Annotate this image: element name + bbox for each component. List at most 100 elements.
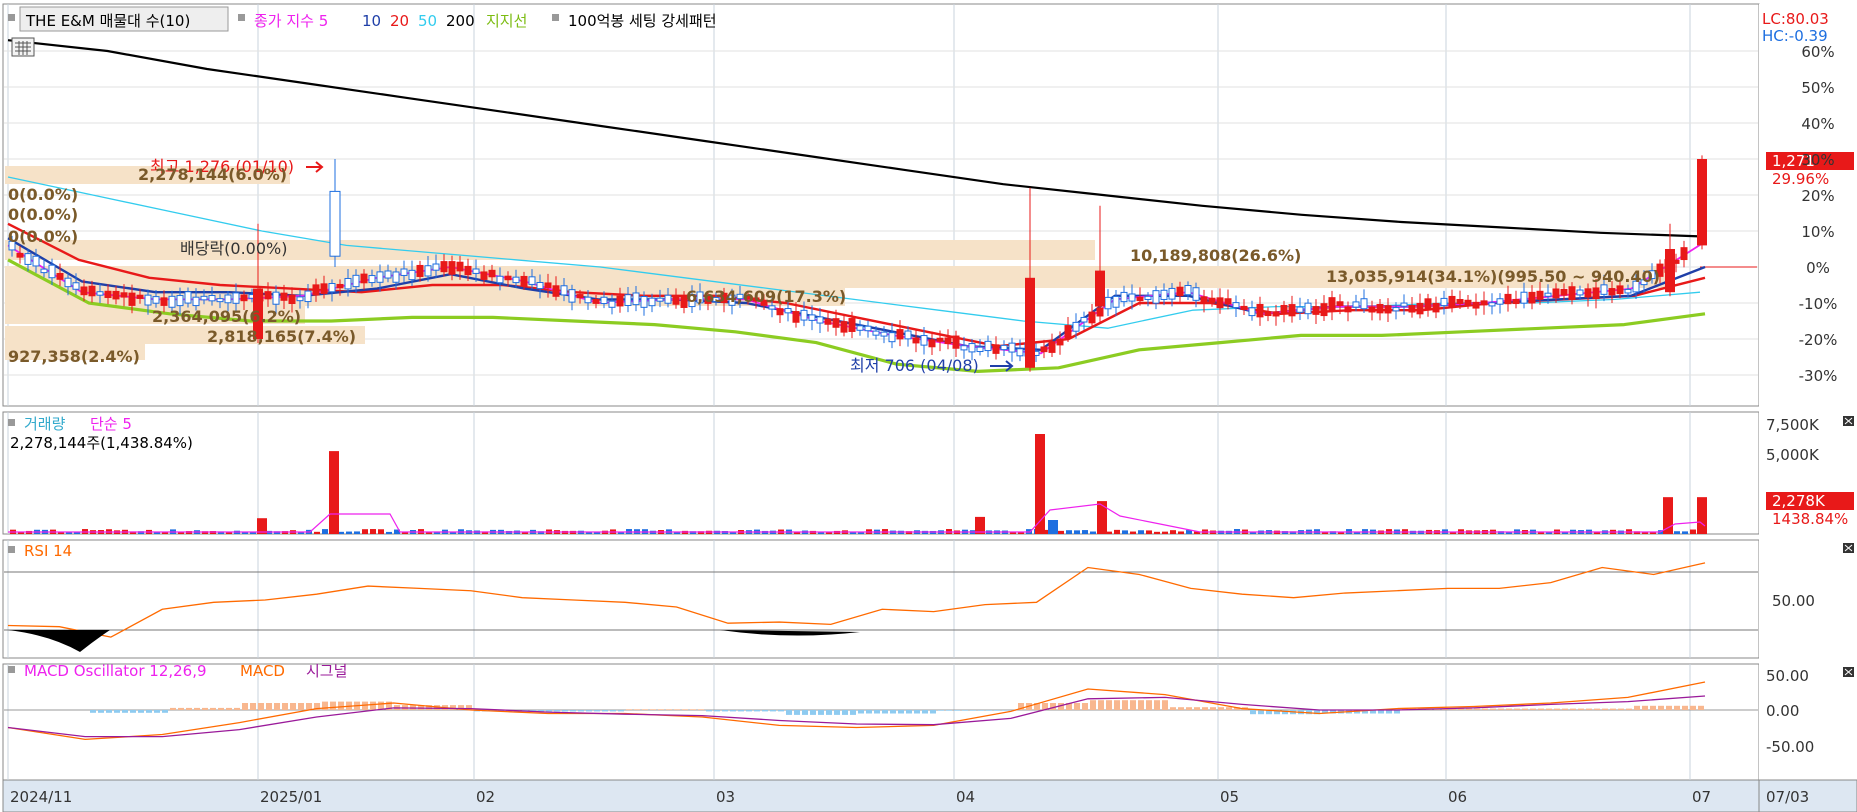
candle-body bbox=[560, 285, 568, 296]
candle-body bbox=[1288, 304, 1296, 317]
candle-body bbox=[232, 292, 240, 304]
macd-osc-bar bbox=[594, 710, 600, 712]
candle-body bbox=[1697, 159, 1707, 246]
price-tick-label: 30% bbox=[1801, 151, 1834, 169]
candle-body bbox=[1112, 295, 1120, 308]
macd-osc-bar bbox=[666, 709, 672, 710]
candle-body bbox=[1256, 303, 1264, 318]
candle-body bbox=[344, 277, 352, 290]
candle-body bbox=[336, 283, 344, 289]
candle-body bbox=[1168, 287, 1176, 300]
candle-body bbox=[1544, 292, 1552, 297]
close-volume-panel-button[interactable] bbox=[1843, 416, 1854, 426]
macd-osc-bar bbox=[1610, 708, 1616, 710]
time-tick-label: 06 bbox=[1448, 788, 1467, 806]
volume-tick-label: 5,000K bbox=[1766, 446, 1820, 464]
candle-body bbox=[1352, 301, 1360, 308]
macd-osc-bar bbox=[1538, 708, 1544, 710]
rsi-panel[interactable] bbox=[2, 539, 1760, 659]
candle-body bbox=[1624, 288, 1632, 294]
candle-body bbox=[176, 295, 184, 307]
candle-body bbox=[56, 273, 64, 280]
legend-square-icon bbox=[8, 14, 15, 21]
macd-tick-label: -50.00 bbox=[1766, 738, 1814, 756]
macd-osc-bar bbox=[1498, 708, 1504, 710]
volume-bar bbox=[1154, 531, 1160, 534]
candle-body bbox=[840, 321, 848, 333]
macd-osc-bar bbox=[90, 710, 96, 713]
time-tick-label: 2024/11 bbox=[10, 788, 72, 806]
macd-osc-bar bbox=[922, 710, 928, 714]
volume-panel[interactable] bbox=[2, 411, 1760, 535]
macd-osc-bar bbox=[826, 710, 832, 715]
macd-osc-bar bbox=[1650, 705, 1656, 710]
candle-body bbox=[368, 275, 376, 284]
stock-chart: 최고 1,276 (01/10) 최저 706 (04/08) 배당락(0.00… bbox=[2, 3, 1857, 812]
candle-body bbox=[640, 296, 648, 308]
candle-body bbox=[904, 330, 912, 340]
macd-osc-bar bbox=[842, 710, 848, 715]
candle-body bbox=[216, 298, 224, 303]
macd-osc-bar bbox=[970, 710, 976, 711]
candle-body bbox=[1248, 307, 1256, 317]
legend-square-icon bbox=[552, 14, 559, 21]
volume-bar bbox=[1170, 530, 1176, 534]
vol-badge: 2,278K bbox=[1772, 492, 1826, 510]
candle-body bbox=[1665, 249, 1675, 293]
macd-osc-bar bbox=[1618, 708, 1624, 710]
macd-osc-bar bbox=[1666, 705, 1672, 710]
macd-osc-bar bbox=[1146, 700, 1152, 710]
volume-tick-label: 7,500K bbox=[1766, 416, 1820, 434]
macd-osc-bar bbox=[1594, 708, 1600, 710]
candle-body bbox=[936, 337, 944, 342]
candle-body bbox=[1400, 302, 1408, 307]
candle-body bbox=[672, 296, 680, 305]
candle-body bbox=[1528, 291, 1536, 304]
candle-body bbox=[512, 276, 520, 284]
candle-body bbox=[1344, 306, 1352, 313]
candle-body bbox=[520, 275, 528, 287]
macd-osc-bar bbox=[554, 710, 560, 712]
vol-pct-badge: 1438.84% bbox=[1772, 510, 1848, 528]
macd-osc-bar bbox=[602, 710, 608, 712]
candle-body bbox=[648, 297, 656, 307]
candle-body bbox=[952, 335, 960, 349]
macd-osc-bar bbox=[946, 710, 952, 711]
candle-body bbox=[1272, 311, 1280, 317]
candle-body bbox=[984, 340, 992, 352]
macd-osc-bar bbox=[290, 703, 296, 710]
candle-body bbox=[1416, 302, 1424, 315]
close-rsi-panel-button[interactable] bbox=[1843, 543, 1854, 553]
candle-body bbox=[280, 292, 288, 301]
candle-body bbox=[1025, 277, 1035, 368]
candle-body bbox=[312, 284, 320, 296]
macd-osc-bar bbox=[1170, 707, 1176, 710]
candle-body bbox=[384, 270, 392, 279]
candle-body bbox=[80, 286, 88, 296]
candle-body bbox=[416, 264, 424, 277]
dividend-annotation: 배당락(0.00%) bbox=[180, 239, 287, 258]
candle-body bbox=[800, 309, 808, 321]
candle-body bbox=[536, 282, 544, 290]
calculator-icon[interactable] bbox=[11, 37, 35, 57]
candle-body bbox=[112, 290, 120, 300]
candle-body bbox=[576, 294, 584, 299]
candle-body bbox=[208, 295, 216, 302]
macd-osc-bar bbox=[1466, 708, 1472, 710]
macd-osc-bar bbox=[258, 703, 264, 710]
volume-bar bbox=[1066, 530, 1072, 534]
macd-osc-bar bbox=[122, 710, 128, 713]
lc-badge: LC:80.03 bbox=[1762, 10, 1829, 28]
macd-osc-bar bbox=[1250, 710, 1256, 715]
candle-body bbox=[552, 285, 560, 297]
candle-body bbox=[824, 318, 832, 325]
macd-osc-bar bbox=[1130, 700, 1136, 710]
macd-panel[interactable] bbox=[2, 663, 1760, 781]
candle-body bbox=[392, 271, 400, 283]
candle-body bbox=[1144, 295, 1152, 300]
close-macd-panel-button[interactable] bbox=[1843, 667, 1854, 677]
candle-body bbox=[664, 294, 672, 304]
macd-osc-bar bbox=[866, 710, 872, 714]
macd-osc-bar bbox=[138, 710, 144, 713]
macd-osc-bar bbox=[882, 710, 888, 714]
